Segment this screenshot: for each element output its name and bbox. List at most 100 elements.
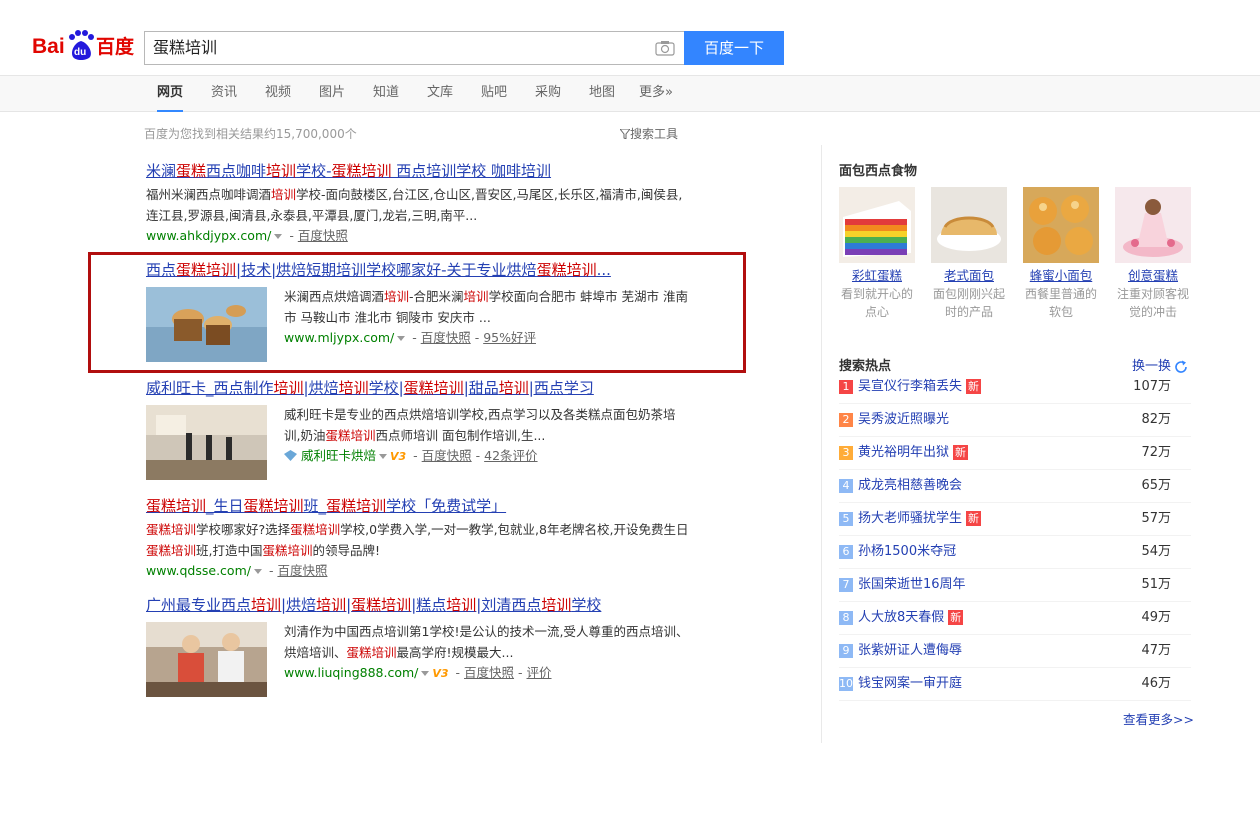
more-hot-link[interactable]: 查看更多>> [1123,709,1194,728]
tab-video[interactable]: 视频 [265,76,291,112]
honey-bun-image[interactable] [1023,187,1099,263]
result-abstract: 威利旺卡是专业的西点烘焙培训学校,西点学习以及各类糕点面包奶茶培训,奶油蛋糕培训… [284,407,676,443]
food-card[interactable]: 彩虹蛋糕 看到就开心的点心 [839,187,915,321]
tab-map[interactable]: 地图 [589,76,615,112]
hot-item[interactable]: 6 孙杨1500米夺冠 54万 [839,536,1191,569]
result-url[interactable]: 威利旺卡烘焙 [301,448,376,463]
result-thumbnail[interactable] [146,287,267,362]
hot-rank: 1 [839,380,853,394]
food-name[interactable]: 蜂蜜小面包 [1023,267,1099,285]
result-title[interactable]: 广州最专业西点培训|烘焙培训|蛋糕培训|糕点培训|刘清西点培训学校 [146,595,691,615]
hot-item[interactable]: 8 人大放8天春假新 49万 [839,602,1191,635]
hot-item[interactable]: 9 张紫妍证人遭侮辱 47万 [839,635,1191,668]
hot-item[interactable]: 1 吴宣仪行李箱丢失新 107万 [839,371,1191,404]
hot-item-text[interactable]: 钱宝网案一审开庭 [858,675,962,693]
search-result: 米澜蛋糕西点咖啡培训学校-蛋糕培训 西点培训学校 咖啡培训 福州米澜西点咖啡调酒… [146,161,691,246]
food-card[interactable]: 蜂蜜小面包 西餐里普通的软包 [1023,187,1099,321]
baidu-logo[interactable]: Bai du 百度 [32,26,136,62]
hot-rank: 6 [839,545,853,559]
rainbow-cake-image[interactable] [839,187,915,263]
result-url-row: 威利旺卡烘焙 V3 - 百度快照 - 42条评价 [284,446,691,467]
result-title[interactable]: 蛋糕培训_生日蛋糕培训班_蛋糕培训学校「免费试学」 [146,496,691,516]
rating-link[interactable]: 评价 [527,665,552,680]
bread-image[interactable] [931,187,1007,263]
result-url[interactable]: www.qdsse.com/ [146,563,251,578]
hot-rank: 9 [839,644,853,658]
tab-tieba[interactable]: 贴吧 [481,76,507,112]
food-card[interactable]: 老式面包 面包刚刚兴起时的产品 [931,187,1007,321]
snapshot-link[interactable]: 百度快照 [421,330,471,345]
food-name[interactable]: 彩虹蛋糕 [839,267,915,285]
result-url[interactable]: www.ahkdjypx.com/ [146,228,271,243]
result-abstract: 米澜西点烘焙调酒培训-合肥米澜培训学校面向合肥市 蚌埠市 芜湖市 淮南市 马鞍山… [284,289,688,325]
search-input[interactable] [153,32,643,64]
filter-icon [618,128,632,140]
hot-item[interactable]: 7 张国荣逝世16周年 51万 [839,569,1191,602]
caret-down-icon[interactable] [253,569,262,574]
hot-item-text[interactable]: 人大放8天春假新 [858,609,964,627]
tab-zhidao[interactable]: 知道 [373,76,399,112]
hot-rank: 7 [839,578,853,592]
result-thumbnail[interactable] [146,622,267,697]
result-url-row: www.mljypx.com/ - 百度快照 - 95%好评 [284,330,536,345]
caret-down-icon[interactable] [274,234,283,239]
result-title[interactable]: 米澜蛋糕西点咖啡培训学校-蛋糕培训 西点培训学校 咖啡培训 [146,161,691,181]
tab-caigou[interactable]: 采购 [535,76,561,112]
tab-wenku[interactable]: 文库 [427,76,453,112]
result-url[interactable]: www.mljypx.com/ [284,330,394,345]
search-tabs: 网页 资讯 视频 图片 知道 文库 贴吧 采购 地图 更多» [0,76,1260,112]
tab-news[interactable]: 资讯 [211,76,237,112]
hot-item[interactable]: 5 扬大老师骚扰学生新 57万 [839,503,1191,536]
hot-item-text[interactable]: 黄光裕明年出狱新 [858,444,969,462]
hot-item-text[interactable]: 孙杨1500米夺冠 [858,543,956,561]
snapshot-link[interactable]: 百度快照 [277,563,327,578]
hot-item-text[interactable]: 张国荣逝世16周年 [858,576,966,594]
food-name[interactable]: 老式面包 [931,267,1007,285]
v3-badge[interactable]: V3 [390,450,406,463]
food-desc: 西餐里普通的软包 [1024,287,1097,319]
hot-rank: 8 [839,611,853,625]
creative-cake-image[interactable] [1115,187,1191,263]
result-thumbnail[interactable] [146,405,267,480]
rating-link[interactable]: 95%好评 [483,330,536,345]
result-title[interactable]: 西点蛋糕培训|技术|烘焙短期培训学校哪家好-关于专业烘焙蛋糕培训... [146,260,691,280]
hot-count: 65万 [1141,478,1171,493]
caret-down-icon[interactable] [397,336,406,341]
hot-item-text[interactable]: 扬大老师骚扰学生新 [858,510,982,528]
hot-count: 54万 [1141,544,1171,559]
hot-item-text[interactable]: 吴宣仪行李箱丢失新 [858,378,982,396]
search-result: 广州最专业西点培训|烘焙培训|蛋糕培训|糕点培训|刘清西点培训学校 刘清作为中国… [146,595,691,697]
hot-item[interactable]: 4 成龙亮相慈善晚会 65万 [839,470,1191,503]
tab-web[interactable]: 网页 [157,76,184,112]
v3-badge[interactable]: V3 [432,667,448,680]
rating-link[interactable]: 42条评价 [484,448,537,463]
svg-text:百度: 百度 [96,35,135,58]
hot-count: 57万 [1141,511,1171,526]
caret-down-icon[interactable] [379,454,388,459]
hot-item-text[interactable]: 成龙亮相慈善晚会 [858,477,962,495]
snapshot-link[interactable]: 百度快照 [298,228,348,243]
hot-count: 46万 [1141,676,1171,691]
snapshot-link[interactable]: 百度快照 [422,448,472,463]
tab-more[interactable]: 更多» [639,76,673,112]
food-name[interactable]: 创意蛋糕 [1115,267,1191,285]
hot-item-label: 扬大老师骚扰学生 [858,511,963,526]
food-card[interactable]: 创意蛋糕 注重对顾客视觉的冲击 [1115,187,1191,321]
result-url[interactable]: www.liuqing888.com/ [284,665,418,680]
search-button[interactable]: 百度一下 [684,31,784,65]
result-title[interactable]: 威利旺卡_西点制作培训|烘焙培训学校|蛋糕培训|甜品培训|西点学习 [146,378,691,398]
brand-shield-icon [284,450,297,461]
caret-down-icon[interactable] [421,671,430,676]
hot-item-text[interactable]: 张紫妍证人遭侮辱 [858,642,962,660]
tab-images[interactable]: 图片 [319,76,345,112]
snapshot-link[interactable]: 百度快照 [464,665,514,680]
hot-item[interactable]: 10 钱宝网案一审开庭 46万 [839,668,1191,701]
hot-item-text[interactable]: 吴秀波近照曝光 [858,411,949,429]
camera-icon[interactable] [655,40,675,56]
hot-item[interactable]: 3 黄光裕明年出狱新 72万 [839,437,1191,470]
hot-item[interactable]: 2 吴秀波近照曝光 82万 [839,404,1191,437]
hot-count: 51万 [1141,577,1171,592]
hot-rank: 2 [839,413,853,427]
search-tools-button[interactable]: 搜索工具 [618,125,678,142]
svg-text:Bai: Bai [32,35,65,58]
